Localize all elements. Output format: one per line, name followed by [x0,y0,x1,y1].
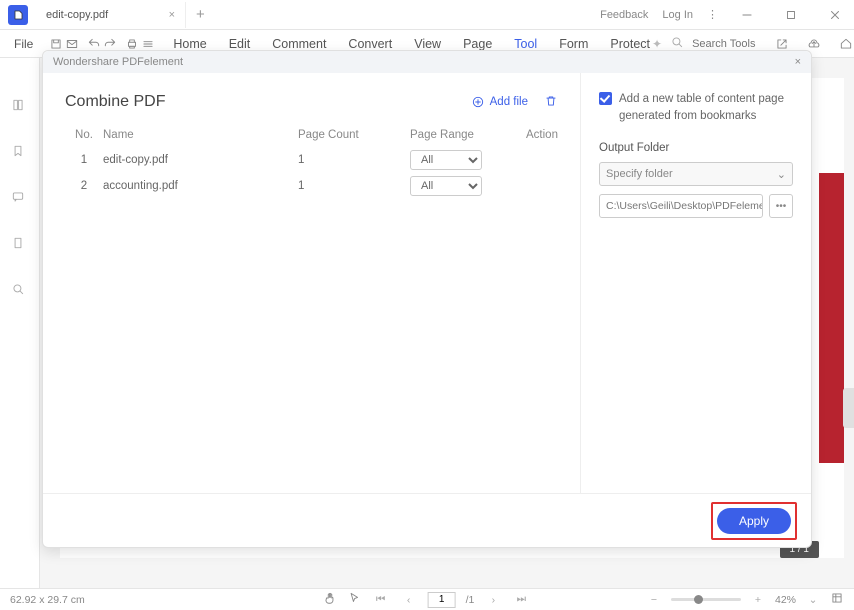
col-no: No. [65,129,103,141]
menu-edit[interactable]: Edit [229,37,251,51]
fit-page-icon[interactable] [830,591,844,608]
zoom-out-button[interactable]: − [645,594,663,606]
apply-button[interactable]: Apply [717,508,791,534]
cell-no: 1 [65,154,103,166]
zoom-in-button[interactable]: + [749,594,767,606]
menu-view[interactable]: View [414,37,441,51]
file-menu[interactable]: File [6,37,41,51]
table-row[interactable]: 2 accounting.pdf 1 All [65,173,558,199]
page-dimensions: 62.92 x 29.7 cm [10,594,85,606]
delete-button[interactable] [544,94,558,111]
page-range-select[interactable]: All [410,176,482,196]
prev-page-button[interactable]: ‹ [400,594,418,606]
statusbar: 62.92 x 29.7 cm ⏮ ‹ /1 › ⏭ − + 42% ⌄ [0,588,854,610]
menu-tool[interactable]: Tool [514,37,537,51]
login-link[interactable]: Log In [662,9,693,21]
app-icon [8,5,28,25]
output-path-field[interactable]: C:\Users\Geili\Desktop\PDFelement\Cc [599,194,763,218]
first-page-button[interactable]: ⏮ [372,593,390,606]
menu-form[interactable]: Form [559,37,588,51]
toc-checkbox[interactable] [599,92,612,105]
dialog-close-icon[interactable]: × [795,56,801,68]
search-input[interactable] [692,38,762,50]
add-file-label: Add file [490,96,528,108]
menu-convert[interactable]: Convert [348,37,392,51]
hand-tool-icon[interactable] [324,591,338,608]
maximize-button[interactable] [776,0,806,30]
new-tab-button[interactable]: + [186,6,215,23]
cell-name: accounting.pdf [103,180,298,192]
zoom-dropdown-icon[interactable]: ⌄ [804,594,822,606]
left-rail [0,58,40,588]
page-input[interactable] [428,592,456,608]
zoom-slider[interactable] [671,598,741,601]
output-folder-value: Specify folder [606,168,673,180]
table-row[interactable]: 1 edit-copy.pdf 1 All [65,147,558,173]
bookmark-icon[interactable] [11,144,29,162]
toc-checkbox-label: Add a new table of content page generate… [619,91,793,124]
menu-protect[interactable]: Protect [610,37,650,51]
col-pagerange: Page Range [410,129,526,141]
select-tool-icon[interactable] [348,591,362,608]
tab-label: edit-copy.pdf [46,9,108,21]
dialog-brand: Wondershare PDFelement [53,56,183,68]
zoom-value: 42% [775,594,796,606]
cell-pagecount: 1 [298,154,410,166]
cell-no: 2 [65,180,103,192]
page-total: /1 [466,594,475,606]
browse-button[interactable]: ••• [769,194,793,218]
comment-icon[interactable] [11,190,29,208]
side-panel-toggle[interactable] [843,388,854,428]
attachment-icon[interactable] [11,236,29,254]
col-action: Action [526,129,558,141]
close-window-button[interactable] [820,0,850,30]
menu-comment[interactable]: Comment [272,37,326,51]
menu-page[interactable]: Page [463,37,492,51]
output-folder-select[interactable]: Specify folder ⌄ [599,162,793,186]
next-page-button[interactable]: › [484,594,502,606]
feedback-link[interactable]: Feedback [600,9,648,21]
page-range-select[interactable]: All [410,150,482,170]
col-pagecount: Page Count [298,129,410,141]
combine-pdf-dialog: Wondershare PDFelement × Combine PDF Add… [42,50,812,548]
last-page-button[interactable]: ⏭ [512,593,530,606]
minimize-button[interactable] [732,0,762,30]
cell-pagecount: 1 [298,180,410,192]
col-name: Name [103,129,298,141]
wand-icon[interactable]: ✦ [652,37,662,51]
chevron-down-icon: ⌄ [777,168,786,181]
thumbnails-icon[interactable] [11,98,29,116]
add-file-button[interactable]: Add file [471,95,528,109]
apply-highlight: Apply [711,502,797,540]
find-icon[interactable] [11,282,29,300]
dialog-title: Combine PDF [65,93,165,111]
home-icon[interactable] [834,32,854,56]
titlebar: edit-copy.pdf × + Feedback Log In ⋮ [0,0,854,30]
output-folder-label: Output Folder [599,142,793,154]
cell-name: edit-copy.pdf [103,154,298,166]
menu-home[interactable]: Home [173,37,206,51]
document-tab[interactable]: edit-copy.pdf × [36,2,186,28]
kebab-icon[interactable]: ⋮ [707,8,718,21]
tab-close-icon[interactable]: × [169,9,175,21]
